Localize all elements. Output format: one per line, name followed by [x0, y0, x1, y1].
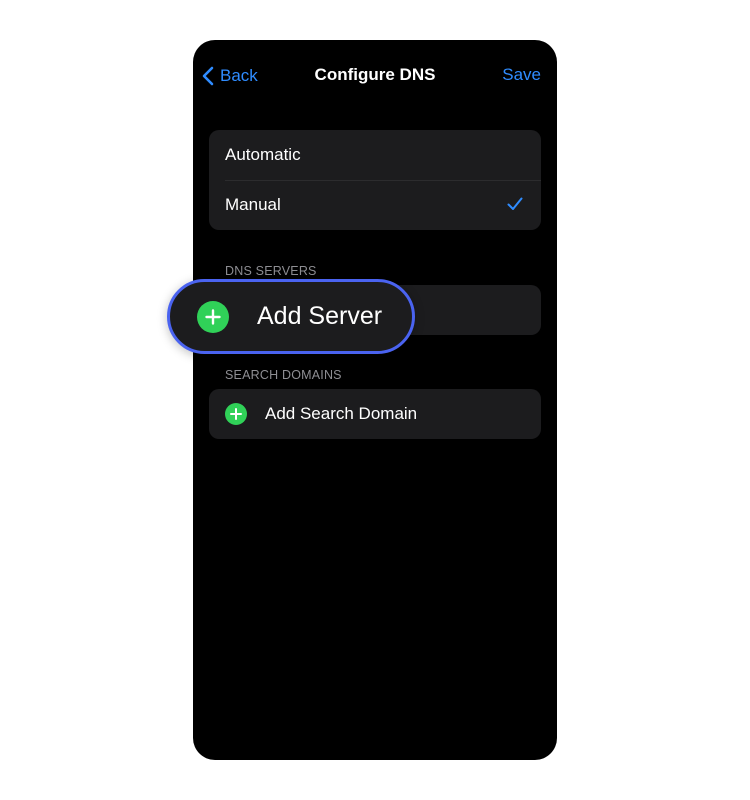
- checkmark-icon: [507, 197, 523, 210]
- save-button[interactable]: Save: [502, 65, 541, 85]
- add-search-domain-row[interactable]: Add Search Domain: [209, 389, 541, 439]
- add-server-button[interactable]: Add Server: [167, 279, 415, 354]
- stage: Back Configure DNS Save Automatic Manual…: [0, 0, 750, 800]
- add-search-domain-label: Add Search Domain: [265, 404, 418, 423]
- add-server-label: Add Server: [257, 302, 383, 330]
- dns-servers-header: DNS SERVERS: [225, 264, 317, 278]
- option-label: Automatic: [225, 145, 301, 164]
- option-label: Manual: [225, 195, 281, 214]
- option-automatic[interactable]: Automatic: [209, 130, 541, 180]
- plus-circle-icon: [225, 403, 247, 425]
- dns-mode-group: Automatic Manual: [209, 130, 541, 230]
- search-domains-header: SEARCH DOMAINS: [225, 368, 342, 382]
- option-manual[interactable]: Manual: [209, 180, 541, 230]
- search-domains-group: Add Search Domain: [209, 389, 541, 439]
- navigation-bar: Back Configure DNS Save: [193, 40, 557, 110]
- plus-circle-icon: [197, 300, 229, 333]
- phone-screen: Back Configure DNS Save Automatic Manual…: [193, 40, 557, 760]
